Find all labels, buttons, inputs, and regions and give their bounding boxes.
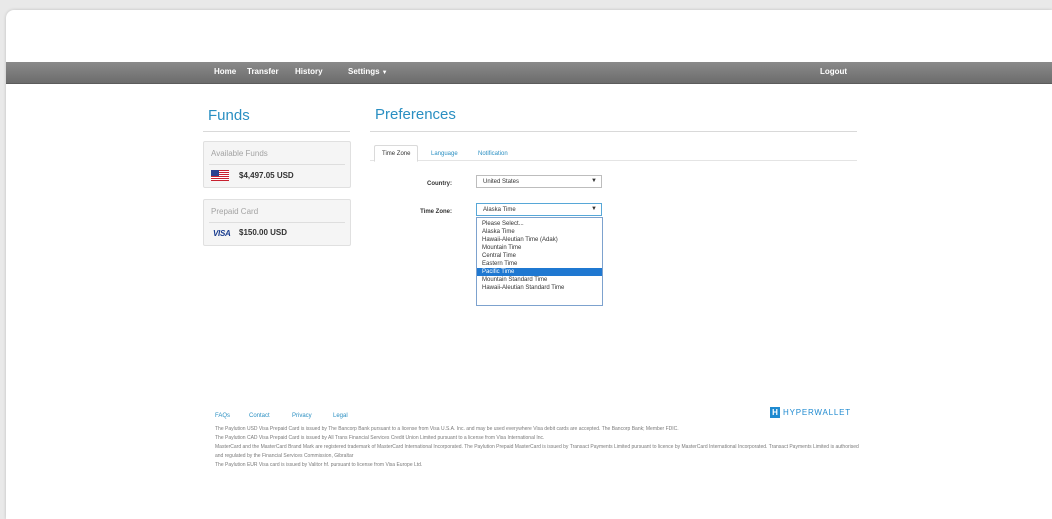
hyperwallet-mark-icon: H xyxy=(770,407,780,418)
tab-time-zone[interactable]: Time Zone xyxy=(374,145,419,162)
nav-settings-label: Settings xyxy=(348,67,380,76)
tabs-baseline xyxy=(370,160,857,161)
card-divider xyxy=(209,222,345,223)
tab-language[interactable]: Language xyxy=(431,151,458,157)
country-label: Country: xyxy=(427,181,452,187)
available-funds-title: Available Funds xyxy=(211,149,268,158)
browser-page: Home Transfer History Settings ▼ Logout F… xyxy=(6,10,1052,519)
visa-logo-icon: VISA xyxy=(213,229,231,238)
us-flag-icon xyxy=(211,170,229,181)
timezone-option[interactable]: Central Time xyxy=(477,252,602,260)
timezone-label: Time Zone: xyxy=(420,209,452,215)
footer-line: The Paylution USD Visa Prepaid Card is i… xyxy=(215,426,679,432)
hyperwallet-logo: H HYPERWALLET xyxy=(770,407,851,418)
footer-line: MasterCard and the MasterCard Brand Mark… xyxy=(215,444,859,459)
prepaid-card-card: Prepaid Card VISA $150.00 USD xyxy=(203,199,351,246)
preferences-divider xyxy=(370,131,857,132)
nav-settings[interactable]: Settings ▼ xyxy=(348,67,388,76)
chevron-down-icon: ▼ xyxy=(381,70,388,76)
prepaid-card-amount: $150.00 USD xyxy=(239,228,288,237)
timezone-select-value: Alaska Time xyxy=(483,207,516,213)
nav-home[interactable]: Home xyxy=(214,67,236,76)
top-navbar: Home Transfer History Settings ▼ Logout xyxy=(6,62,1052,84)
preferences-title: Preferences xyxy=(375,106,456,123)
timezone-option[interactable]: Eastern Time xyxy=(477,260,602,268)
hyperwallet-wordmark: HYPERWALLET xyxy=(783,408,851,417)
nav-history[interactable]: History xyxy=(295,67,323,76)
footer-link-contact[interactable]: Contact xyxy=(249,413,270,419)
dropdown-arrow-icon: ▼ xyxy=(591,178,597,184)
footer-link-faqs[interactable]: FAQs xyxy=(215,413,230,419)
timezone-option[interactable]: Mountain Standard Time xyxy=(477,276,602,284)
timezone-option[interactable]: Mountain Time xyxy=(477,244,602,252)
available-funds-card: Available Funds $4,497.05 USD xyxy=(203,141,351,188)
available-funds-amount: $4,497.05 USD xyxy=(239,171,294,180)
footer-link-privacy[interactable]: Privacy xyxy=(292,413,312,419)
timezone-option[interactable]: Alaska Time xyxy=(477,228,602,236)
card-divider xyxy=(209,164,345,165)
nav-logout[interactable]: Logout xyxy=(820,67,847,76)
timezone-option[interactable]: Please Select... xyxy=(477,220,602,228)
country-select[interactable]: United States ▼ xyxy=(476,175,602,188)
funds-divider xyxy=(203,131,350,132)
country-select-value: United States xyxy=(483,179,520,185)
timezone-option-highlighted[interactable]: Pacific Time xyxy=(477,268,602,276)
footer-line: The Paylution EUR Visa card is issued by… xyxy=(215,462,423,468)
timezone-dropdown-list: Please Select... Alaska Time Hawaii-Aleu… xyxy=(476,217,603,306)
footer-line: The Paylution CAD Visa Prepaid Card is i… xyxy=(215,435,545,441)
funds-title: Funds xyxy=(208,107,250,124)
dropdown-arrow-icon: ▼ xyxy=(591,206,597,212)
footer-link-legal[interactable]: Legal xyxy=(333,413,348,419)
footer-disclaimer: The Paylution USD Visa Prepaid Card is i… xyxy=(215,425,875,470)
prepaid-card-title: Prepaid Card xyxy=(211,207,259,216)
tab-notification[interactable]: Notification xyxy=(478,151,508,157)
timezone-select[interactable]: Alaska Time ▼ xyxy=(476,203,602,216)
timezone-option[interactable]: Hawaii-Aleutian Time (Adak) xyxy=(477,236,602,244)
nav-transfer[interactable]: Transfer xyxy=(247,67,279,76)
timezone-option[interactable]: Hawaii-Aleutian Standard Time xyxy=(477,284,602,292)
